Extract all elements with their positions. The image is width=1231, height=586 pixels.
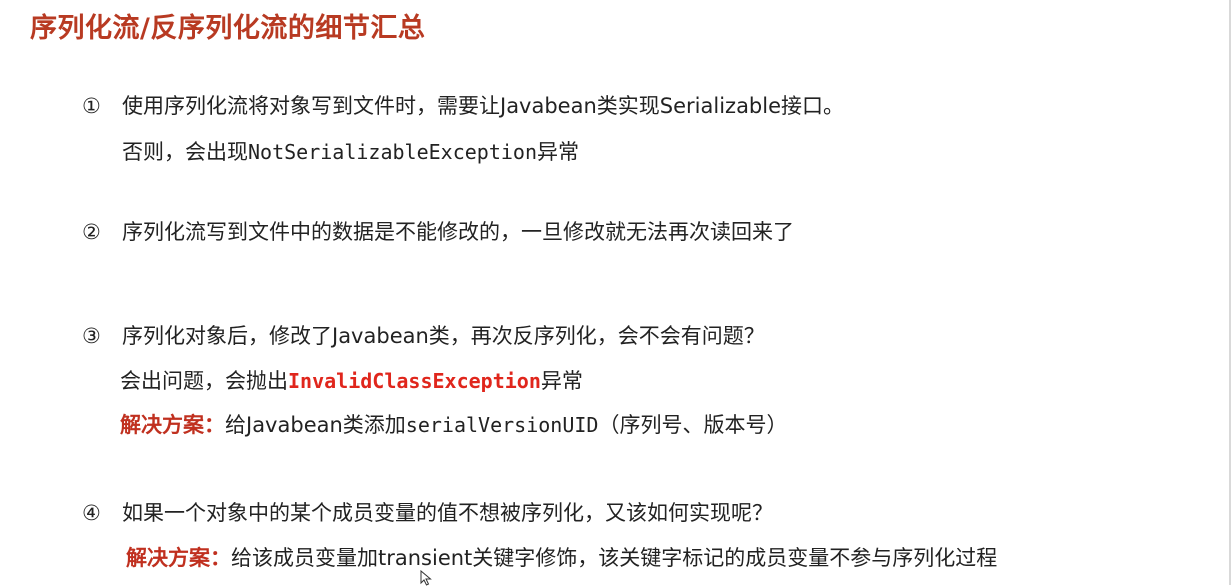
item-4: ④ 如果一个对象中的某个成员变量的值不想被序列化，又该如何实现呢？	[82, 499, 773, 527]
item-1-sub-suffix: 异常	[536, 140, 579, 164]
item-2-number: ②	[82, 220, 101, 244]
item-4-solution-text: 给该成员变量加transient关键字修饰，该关键字标记的成员变量不参与序列化过…	[231, 546, 998, 570]
item-3-sub-suffix: 异常	[540, 369, 583, 393]
item-4-solution-label: 解决方案：	[126, 546, 231, 570]
item-3-text: 序列化对象后，修改了Javabean类，再次反序列化，会不会有问题？	[122, 324, 765, 348]
item-1: ① 使用序列化流将对象写到文件时，需要让Javabean类实现Serializab…	[82, 92, 844, 120]
item-3-solution-suffix: （序列号、版本号）	[598, 413, 788, 437]
item-2-text: 序列化流写到文件中的数据是不能修改的，一旦修改就无法再次读回来了	[122, 220, 794, 244]
item-2: ② 序列化流写到文件中的数据是不能修改的，一旦修改就无法再次读回来了	[82, 218, 794, 246]
item-4-solution: 解决方案：给该成员变量加transient关键字修饰，该关键字标记的成员变量不参…	[126, 544, 997, 572]
item-3-solution-code: serialVersionUID	[405, 413, 599, 437]
item-3-sub: 会出问题，会抛出InvalidClassException异常	[120, 367, 583, 395]
item-3-solution: 解决方案：给Javabean类添加serialVersionUID（序列号、版本…	[120, 411, 787, 439]
item-1-number: ①	[82, 94, 101, 118]
item-3: ③ 序列化对象后，修改了Javabean类，再次反序列化，会不会有问题？	[82, 322, 765, 350]
item-3-number: ③	[82, 324, 101, 348]
item-3-solution-label: 解决方案：	[120, 413, 225, 437]
page-title: 序列化流/反序列化流的细节汇总	[30, 13, 426, 44]
item-4-text: 如果一个对象中的某个成员变量的值不想被序列化，又该如何实现呢？	[122, 501, 773, 525]
item-4-number: ④	[82, 501, 101, 525]
item-1-sub-prefix: 否则，会出现	[122, 140, 248, 164]
item-3-solution-prefix: 给Javabean类添加	[225, 413, 406, 437]
mouse-cursor-icon	[420, 570, 432, 586]
item-1-sub: 否则，会出现NotSerializableException异常	[122, 138, 579, 166]
item-3-sub-code: InvalidClassException	[288, 369, 541, 393]
item-1-sub-code: NotSerializableException	[248, 140, 537, 164]
item-3-sub-prefix: 会出问题，会抛出	[120, 369, 288, 393]
item-1-text: 使用序列化流将对象写到文件时，需要让Javabean类实现Serializabl…	[122, 94, 845, 118]
